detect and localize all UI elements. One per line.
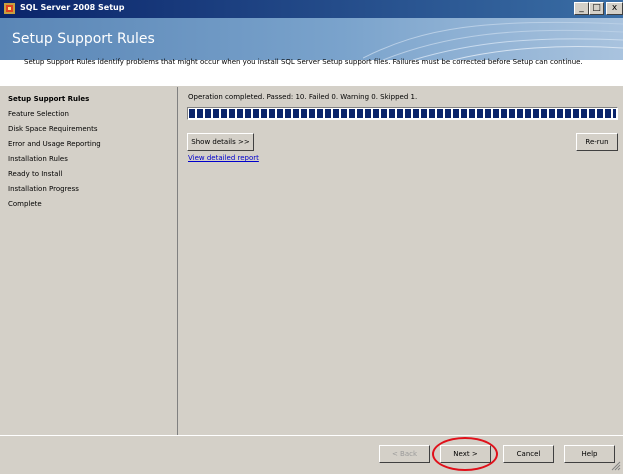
title-bar: SQL Server 2008 Setup _ □ x [0,0,623,18]
show-details-button[interactable]: Show details >> [187,133,254,151]
sidebar-item-setup-support-rules[interactable]: Setup Support Rules [8,95,89,103]
annotation-ring [432,437,498,471]
sidebar-item-disk-space-requirements[interactable]: Disk Space Requirements [8,125,97,133]
view-detailed-report-link[interactable]: View detailed report [188,154,259,162]
minimize-button[interactable]: _ [574,2,589,15]
sidebar-item-installation-rules[interactable]: Installation Rules [8,155,68,163]
page-header: Setup Support Rules Setup Support Rules … [0,18,623,86]
page-description: Setup Support Rules identify problems th… [24,58,583,66]
sql-server-icon [4,3,15,14]
maximize-button[interactable]: □ [589,2,604,15]
close-button[interactable]: x [606,2,623,15]
sidebar-item-ready-to-install[interactable]: Ready to Install [8,170,62,178]
sidebar-item-complete[interactable]: Complete [8,200,42,208]
operation-status: Operation completed. Passed: 10. Failed … [188,93,418,101]
window-title: SQL Server 2008 Setup [20,3,125,12]
sidebar-nav: Setup Support Rules Feature Selection Di… [0,87,178,435]
sidebar-item-installation-progress[interactable]: Installation Progress [8,185,79,193]
cancel-button[interactable]: Cancel [503,445,554,463]
progress-bar [187,107,618,120]
sidebar-item-feature-selection[interactable]: Feature Selection [8,110,69,118]
back-button[interactable]: < Back [379,445,430,463]
setup-window: SQL Server 2008 Setup _ □ x Setup Suppor… [0,0,623,474]
progress-fill [189,109,616,118]
sidebar-item-error-and-usage-reporting[interactable]: Error and Usage Reporting [8,140,101,148]
header-swirl-graphic [363,21,623,60]
help-button[interactable]: Help [564,445,615,463]
page-title: Setup Support Rules [12,31,155,47]
rerun-button[interactable]: Re-run [576,133,618,151]
main-content: Operation completed. Passed: 10. Failed … [178,87,623,435]
resize-grip-icon[interactable] [611,461,621,471]
footer-bar: < Back Next > Cancel Help [0,435,623,474]
